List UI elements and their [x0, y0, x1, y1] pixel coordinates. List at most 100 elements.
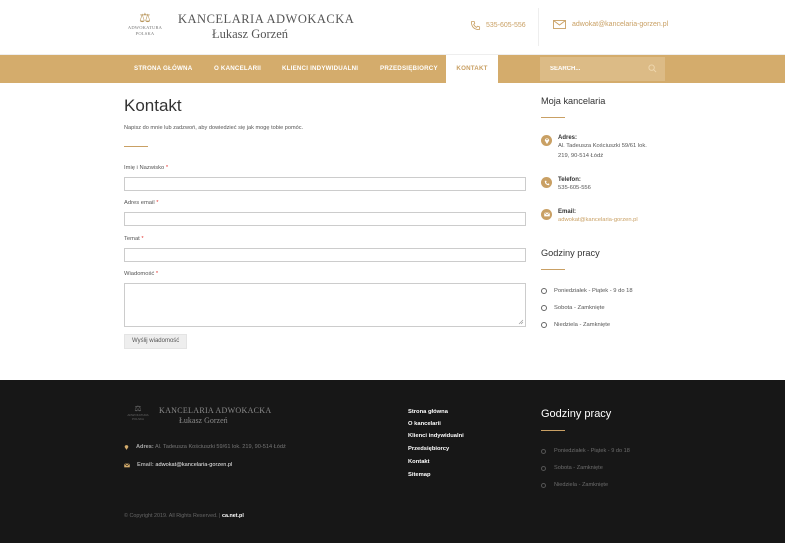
sidebar-title-underline	[541, 117, 565, 118]
header-divider	[538, 8, 539, 46]
sidebar-address: Adres: Al. Tadeusza Kościuszki 59/61 lok…	[541, 135, 647, 161]
footer-hours-text: Poniedziałek - Piątek - 9 do 18	[554, 448, 630, 454]
main-nav: STRONA GŁÓWNA O KANCELARII KLIENCI INDYW…	[0, 55, 785, 83]
header-email[interactable]: adwokat@kancelaria-gorzen.pl	[553, 20, 668, 29]
envelope-icon	[124, 462, 130, 467]
hours-row: Sobota - Zamknięte	[541, 305, 605, 311]
nav-klienci-indywidualni[interactable]: KLIENCI INDYWIDUALNI	[282, 55, 358, 83]
footer-link-strona-glowna[interactable]: Strona główna	[408, 409, 448, 415]
footer-hours-row: Sobota - Zamknięte	[541, 465, 603, 471]
site-header: ⚖ ADWOKATURA POLSKA KANCELARIA ADWOKACKA…	[0, 0, 785, 55]
location-pin-icon	[124, 445, 129, 450]
message-label: Wiadomość *	[124, 271, 158, 277]
footer-hours-title: Godziny pracy	[541, 408, 612, 420]
footer-link-klienci-indywidualni[interactable]: Klienci indywidualni	[408, 433, 464, 439]
footer-link-o-kancelarii[interactable]: O kancelarii	[408, 421, 441, 427]
footer-address-label: Adres:	[136, 444, 154, 450]
footer-link-przedsiebiorcy[interactable]: Przedsiębiorcy	[408, 446, 449, 452]
envelope-icon	[553, 20, 566, 29]
footer-address-text: Al. Tadeusza Kościuszki 59/61 lok. 219, …	[154, 444, 286, 450]
brand-title[interactable]: KANCELARIA ADWOKACKA	[178, 12, 354, 27]
email-label: Adres email *	[124, 200, 159, 206]
footer-email-label: Email:	[137, 462, 154, 468]
circle-bullet-icon	[541, 465, 546, 471]
footer-address: Adres: Al. Tadeusza Kościuszki 59/61 lok…	[124, 444, 286, 450]
send-button[interactable]: Wyślij wiadomość	[124, 334, 188, 349]
location-pin-icon	[541, 135, 552, 146]
name-field[interactable]	[124, 177, 526, 191]
hours-title: Godziny pracy	[541, 248, 600, 258]
required-mark: *	[141, 236, 144, 242]
footer-link-sitemap[interactable]: Sitemap	[408, 472, 431, 478]
circle-bullet-icon	[541, 288, 547, 294]
hours-text: Niedziela - Zamknięte	[554, 322, 611, 328]
hours-row: Niedziela - Zamknięte	[541, 322, 610, 328]
nav-o-kancelarii[interactable]: O KANCELARII	[214, 55, 261, 83]
circle-bullet-icon	[541, 482, 546, 488]
footer-email-link[interactable]: adwokat@kancelaria-gorzen.pl	[155, 462, 232, 468]
name-label-text: Imię i Nazwisko	[124, 165, 165, 171]
footer-hours-text: Sobota - Zamknięte	[554, 465, 603, 471]
sidebar-phone: Telefon: 535-605-556	[541, 177, 591, 193]
address-line2: 219, 90-514 Łódź	[558, 153, 604, 159]
header-email-text: adwokat@kancelaria-gorzen.pl	[572, 21, 669, 28]
footer-hours-text: Niedziela - Zamknięte	[554, 482, 609, 488]
copyright-text: © Copyright 2019. All Rights Reserved. |	[124, 513, 221, 519]
footer-brand-name: Łukasz Gorzeń	[179, 416, 228, 425]
title-underline	[124, 146, 148, 147]
footer-hours-row: Niedziela - Zamknięte	[541, 482, 608, 488]
nav-strona-glowna[interactable]: STRONA GŁÓWNA	[134, 55, 192, 83]
sidebar-email: Email: adwokat@kancelaria-gorzen.pl	[541, 209, 638, 225]
hours-title-underline	[541, 269, 565, 270]
subject-label-text: Temat	[124, 236, 140, 242]
brand-name[interactable]: Łukasz Gorzeń	[212, 27, 288, 42]
hours-text: Poniedziałek - Piątek - 9 do 18	[554, 288, 633, 294]
phone-icon	[541, 177, 552, 188]
message-label-text: Wiadomość	[124, 271, 155, 277]
message-textarea[interactable]	[124, 283, 526, 327]
footer-hours-row: Poniedziałek - Piątek - 9 do 18	[541, 448, 630, 454]
phone-text[interactable]: 535-605-556	[558, 183, 591, 193]
footer-logo-line2: POLSKA	[131, 417, 144, 421]
search-input[interactable]	[540, 57, 640, 81]
phone-icon	[470, 20, 481, 31]
site-footer	[0, 380, 785, 543]
credit-link[interactable]: ca.net.pl	[222, 513, 244, 519]
copyright: © Copyright 2019. All Rights Reserved. |…	[124, 513, 244, 519]
name-label: Imię i Nazwisko *	[124, 165, 168, 171]
nav-przedsiebiorcy[interactable]: PRZEDSIĘBIORCY	[380, 55, 438, 83]
intro-text: Napisz do mnie lub zadzwoń, aby dowiedzi…	[124, 125, 304, 131]
hours-row: Poniedziałek - Piątek - 9 do 18	[541, 288, 633, 294]
logo[interactable]: ⚖ ADWOKATURA POLSKA	[120, 12, 170, 37]
header-phone[interactable]: 535-605-556	[470, 20, 526, 31]
subject-label: Temat *	[124, 236, 144, 242]
address-line1: Al. Tadeusza Kościuszki 59/61 lok.	[558, 143, 647, 149]
bar-seal-icon: ⚖	[139, 11, 151, 26]
page-title: Kontakt	[124, 96, 182, 115]
footer-brand-title: KANCELARIA ADWOKACKA	[159, 406, 272, 415]
hours-text: Sobota - Zamknięte	[554, 305, 605, 311]
email-field[interactable]	[124, 212, 526, 226]
nav-kontakt[interactable]: KONTAKT	[446, 55, 498, 83]
circle-bullet-icon	[541, 305, 547, 311]
required-mark: *	[165, 165, 169, 171]
search-box	[540, 57, 665, 81]
search-icon[interactable]	[648, 64, 657, 73]
required-mark: *	[155, 271, 159, 277]
footer-logo[interactable]: ⚖ ADWOKATURA POLSKA	[125, 404, 151, 421]
envelope-icon	[541, 209, 552, 220]
header-phone-text: 535-605-556	[486, 22, 526, 29]
circle-bullet-icon	[541, 448, 546, 454]
footer-link-kontakt[interactable]: Kontakt	[408, 459, 430, 465]
subject-field[interactable]	[124, 248, 526, 262]
bar-seal-icon: ⚖	[134, 404, 142, 413]
required-mark: *	[156, 200, 159, 206]
footer-hours-underline	[541, 430, 565, 431]
footer-email: Email: adwokat@kancelaria-gorzen.pl	[124, 462, 232, 468]
email-label-text: Adres email	[124, 200, 155, 206]
circle-bullet-icon	[541, 322, 547, 328]
resize-handle-icon[interactable]	[518, 319, 524, 325]
sidebar-title: Moja kancelaria	[541, 96, 606, 106]
email-link[interactable]: adwokat@kancelaria-gorzen.pl	[558, 215, 638, 225]
logo-text-line2: POLSKA	[135, 31, 155, 36]
